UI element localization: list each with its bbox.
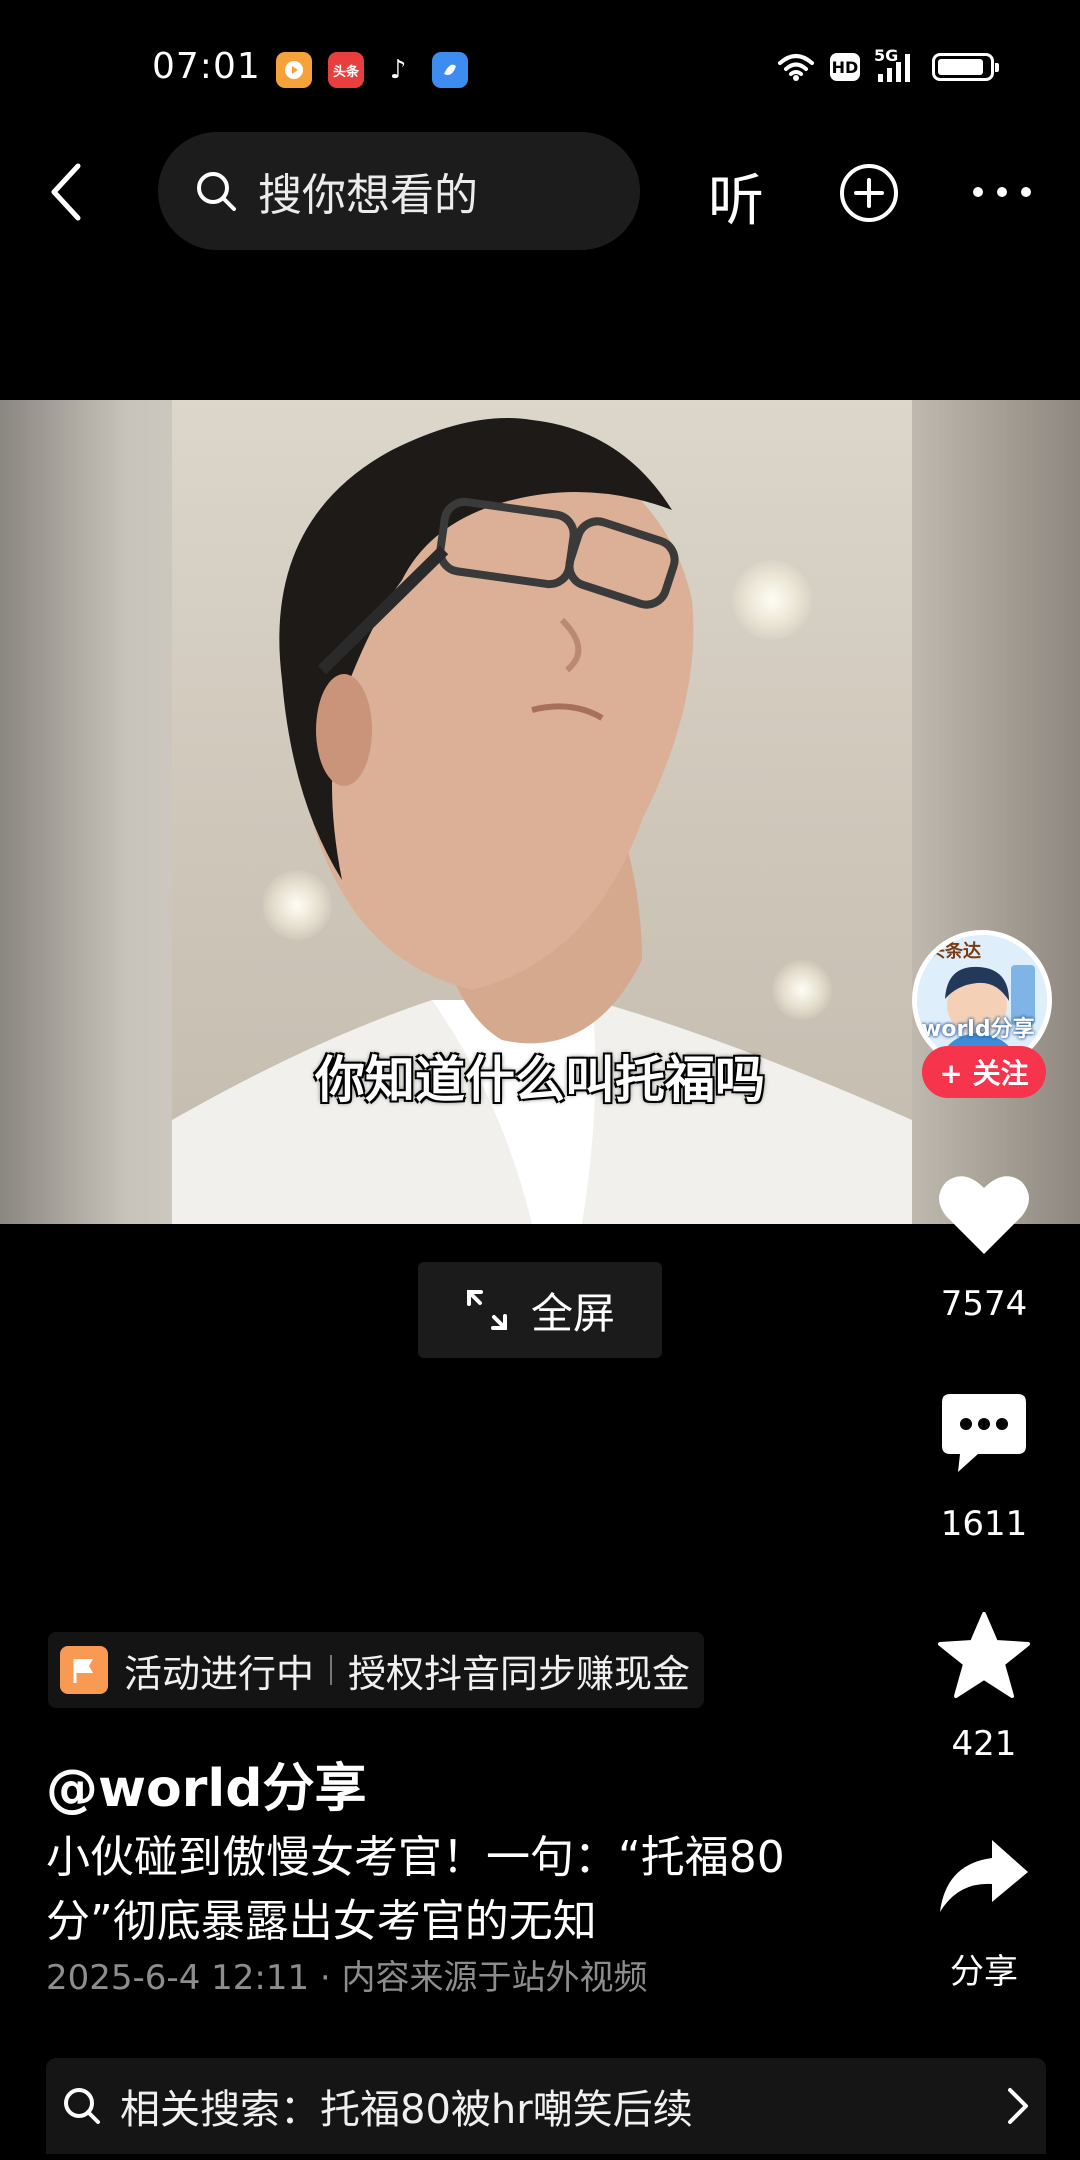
- video-description: 小伙碰到傲慢女考官！一句：“托福80 分”彻底暴露出女考官的无知: [46, 1826, 826, 1954]
- flag-icon: [60, 1646, 108, 1694]
- battery-fill: [938, 59, 983, 75]
- hd-badge: HD: [830, 53, 860, 81]
- blue-app-icon: [432, 52, 468, 88]
- related-search-text: 相关搜索：托福80被hr嘲笑后续: [120, 2087, 693, 2133]
- comment-icon[interactable]: [938, 1390, 1030, 1476]
- search-input[interactable]: 搜你想看的: [158, 132, 640, 250]
- signal-icon: 5G: [874, 46, 918, 84]
- toutiao-icon-label: 头条: [332, 64, 359, 80]
- follow-button[interactable]: + 关注: [922, 1046, 1046, 1098]
- listen-button[interactable]: 听: [708, 156, 764, 237]
- search-icon: [64, 2088, 100, 2124]
- share-icon[interactable]: [936, 1836, 1032, 1916]
- status-time: 07:01: [152, 46, 261, 87]
- description-line-2: 分”彻底暴露出女考官的无知: [46, 1896, 597, 1947]
- fullscreen-button[interactable]: 全屏: [418, 1262, 662, 1358]
- related-search-bar[interactable]: 相关搜索：托福80被hr嘲笑后续: [46, 2058, 1046, 2154]
- wifi-icon: [778, 54, 814, 81]
- author-name[interactable]: @world分享: [46, 1746, 366, 1821]
- back-icon[interactable]: [46, 160, 86, 224]
- like-count: 7574: [940, 1284, 1028, 1324]
- douyin-app-icon: ♪: [380, 52, 416, 88]
- activity-banner[interactable]: 活动进行中 授权抖音同步赚现金: [48, 1632, 705, 1708]
- notification-app-icons: 头条 ♪: [276, 52, 468, 88]
- search-icon: [197, 172, 236, 211]
- favorite-icon[interactable]: [936, 1610, 1032, 1702]
- chevron-right-icon: [1008, 2088, 1028, 2124]
- video-meta: 2025-6-4 12:11 · 内容来源于站外视频: [46, 1958, 648, 1998]
- avatar-badge-text: world分享: [921, 1017, 1035, 1042]
- search-placeholder: 搜你想看的: [258, 170, 478, 221]
- douyin-icon-glyph: ♪: [389, 55, 407, 85]
- add-icon[interactable]: [838, 162, 900, 224]
- fullscreen-label: 全屏: [530, 1288, 615, 1338]
- toutiao-app-icon: 头条: [328, 52, 364, 88]
- activity-divider: [330, 1655, 333, 1685]
- video-app-icon: [276, 52, 312, 88]
- more-icon[interactable]: [970, 182, 1034, 202]
- expand-icon: [466, 1290, 507, 1330]
- comment-count: 1611: [940, 1504, 1028, 1544]
- description-line-1: 小伙碰到傲慢女考官！一句：“托福80: [46, 1832, 785, 1883]
- share-label[interactable]: 分享: [904, 1944, 1064, 1993]
- avatar-badge-top: 头条达: [927, 941, 981, 962]
- battery-icon: [932, 53, 999, 81]
- like-icon[interactable]: [936, 1170, 1032, 1258]
- activity-text: 授权抖音同步赚现金: [348, 1651, 691, 1696]
- video-subtitle: 你知道什么叫托福吗: [315, 1051, 765, 1109]
- favorite-count: 421: [951, 1724, 1017, 1764]
- status-indicators: HD 5G: [776, 46, 999, 84]
- activity-status: 活动进行中: [124, 1651, 315, 1696]
